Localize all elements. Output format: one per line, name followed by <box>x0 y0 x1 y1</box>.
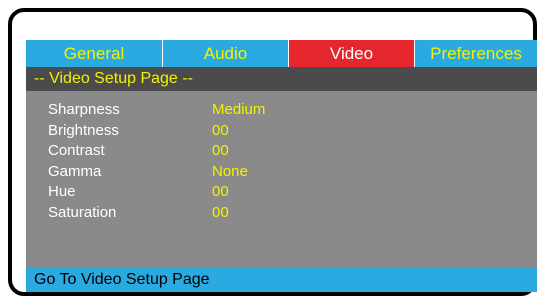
setting-label: Contrast <box>48 142 105 159</box>
page-title: -- Video Setup Page -- <box>26 67 537 91</box>
setting-value[interactable]: None <box>212 162 248 183</box>
setting-row-contrast[interactable]: Contrast 00 <box>48 141 265 162</box>
setting-label: Hue <box>48 183 76 200</box>
tab-preferences[interactable]: Preferences <box>414 40 537 67</box>
setting-label: Sharpness <box>48 101 120 118</box>
setting-value[interactable]: 00 <box>212 182 229 203</box>
status-bar: Go To Video Setup Page <box>26 267 537 292</box>
tab-general[interactable]: General <box>26 40 162 67</box>
setting-value[interactable]: 00 <box>212 203 229 224</box>
setting-row-brightness[interactable]: Brightness 00 <box>48 121 265 142</box>
setting-row-sharpness[interactable]: Sharpness Medium <box>48 100 265 121</box>
setting-row-gamma[interactable]: Gamma None <box>48 162 265 183</box>
setting-row-hue[interactable]: Hue 00 <box>48 182 265 203</box>
setting-value[interactable]: 00 <box>212 121 229 142</box>
setting-value[interactable]: Medium <box>212 100 265 121</box>
setting-label: Brightness <box>48 121 119 139</box>
setting-label: Gamma <box>48 162 102 180</box>
setting-label: Saturation <box>48 203 117 221</box>
video-setup-menu: General Audio Video Preferences -- Video… <box>26 40 537 292</box>
tab-video[interactable]: Video <box>288 40 414 67</box>
menu-tabs: General Audio Video Preferences <box>26 40 537 67</box>
settings-list: Sharpness Medium Brightness 00 Contrast … <box>48 100 265 223</box>
setting-row-saturation[interactable]: Saturation 00 <box>48 203 265 224</box>
tab-audio[interactable]: Audio <box>162 40 288 67</box>
tv-screen-frame: General Audio Video Preferences -- Video… <box>8 8 537 296</box>
setting-value[interactable]: 00 <box>212 141 229 162</box>
